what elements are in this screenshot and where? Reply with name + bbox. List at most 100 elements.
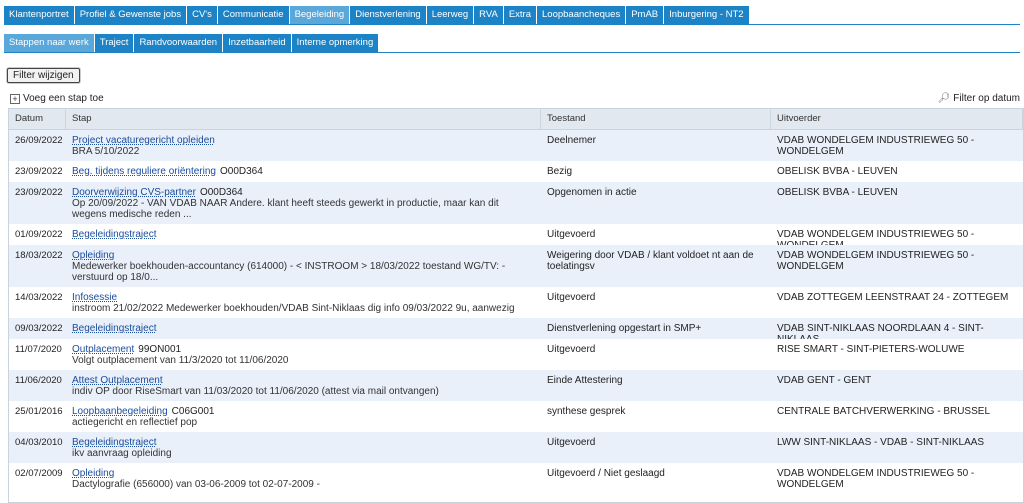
tab-secondary[interactable]: Inzetbaarheid <box>223 34 292 52</box>
cell-toestand: synthese gesprek <box>547 406 626 417</box>
table-row[interactable]: 09/03/2022 Begeleidingstraject Dienstverle… <box>9 318 1023 339</box>
table-row[interactable]: 18/03/2022 Opleiding Medewerker boekhouden… <box>9 245 1023 287</box>
step-description: Op 20/09/2022 - VAN VDAB NAAR Andere. kl… <box>72 198 499 220</box>
cell-uitvoerder: VDAB SINT-NIKLAAS NOORDLAAN 4 - SINT-NIK… <box>777 323 984 339</box>
table-row[interactable]: 23/09/2022 Doorverwijzing CVS-partner O00D… <box>9 182 1023 224</box>
cell-datum: 14/03/2022 <box>15 292 63 303</box>
cell-toestand: Dienstverlening opgestart in SMP+ <box>547 323 702 334</box>
tab-primary[interactable]: PmAB <box>626 6 665 24</box>
step-title-link[interactable]: Opleiding <box>72 468 114 479</box>
filter-date-link[interactable]: 🔎︎ Filter op datum <box>938 93 1020 104</box>
cell-stap: Opleiding Medewerker boekhouden-accountan… <box>66 245 541 287</box>
secondary-tab-divider <box>4 52 1020 53</box>
tab-primary[interactable]: CV's <box>187 6 218 24</box>
secondary-tab-bar: Stappen naar werk Traject Randvoorwaarden I… <box>4 34 380 52</box>
cell-stap: Infosessie instroom 21/02/2022 Medewerker… <box>66 287 541 318</box>
table-row[interactable]: 02/07/2009 Opleiding Dactylografie (656000… <box>9 463 1023 496</box>
cell-uitvoerder: VDAB ZOTTEGEM LEENSTRAAT 24 - ZOTTEGEM <box>777 292 1009 303</box>
tab-primary[interactable]: Inburgering - NT2 <box>664 6 750 24</box>
column-header-stap[interactable]: Stap <box>66 109 541 129</box>
cell-datum: 25/01/2016 <box>15 406 63 417</box>
tab-primary[interactable]: Communicatie <box>217 6 290 24</box>
step-title-link[interactable]: Doorverwijzing CVS-partner <box>72 187 196 198</box>
tab-primary[interactable]: Leerweg <box>426 6 475 24</box>
cell-uitvoerder: LWW SINT-NIKLAAS - VDAB - SINT-NIKLAAS <box>777 437 985 448</box>
cell-toestand: Uitgevoerd <box>547 437 596 448</box>
cell-uitvoerder: VDAB GENT - GENT <box>777 375 872 386</box>
cell-datum: 09/03/2022 <box>15 323 63 334</box>
step-description: Volgt outplacement van 11/3/2020 tot 11/… <box>72 355 289 366</box>
column-header-toestand[interactable]: Toestand <box>541 109 771 129</box>
tab-primary[interactable]: Profiel & Gewenste jobs <box>74 6 188 24</box>
tab-secondary[interactable]: Randvoorwaarden <box>134 34 224 52</box>
cell-stap: Opleiding Dactylografie (656000) van 03-0… <box>66 463 541 496</box>
step-title-link[interactable]: Beg. tijdens reguliere oriëntering <box>72 166 216 177</box>
cell-toestand: Bezig <box>547 166 573 177</box>
table-row[interactable]: 14/03/2022 Infosessie instroom 21/02/2022 … <box>9 287 1023 318</box>
table-row[interactable]: 01/09/2022 Begeleidingstraject Uitgevoerd V… <box>9 224 1023 245</box>
add-step-link[interactable]: + Voeg een stap toe <box>10 93 104 104</box>
tab-secondary[interactable]: Traject <box>94 34 135 52</box>
step-title-link[interactable]: Project vacaturegericht opleiden <box>72 135 215 146</box>
column-header-datum[interactable]: Datum <box>9 109 66 129</box>
table-row[interactable]: 25/01/2016 Loopbaanbegeleiding C06G001 acti… <box>9 401 1023 432</box>
cell-stap: Loopbaanbegeleiding C06G001 actiegericht e… <box>66 401 541 432</box>
table-row[interactable]: 11/07/2020 Outplacement 99ON001 Volgt outpl… <box>9 339 1023 370</box>
tab-secondary[interactable]: Stappen naar werk <box>4 34 95 52</box>
table-row[interactable]: 23/09/2022 Beg. tijdens reguliere oriënte… <box>9 161 1023 182</box>
step-title-link[interactable]: Begeleidingstraject <box>72 437 157 448</box>
tab-primary[interactable]: RVA <box>474 6 504 24</box>
table-header: Datum Stap Toestand Uitvoerder <box>9 109 1023 130</box>
table-row[interactable]: 26/09/2022 Project vacaturegericht opleid… <box>9 130 1023 161</box>
steps-table: Datum Stap Toestand Uitvoerder 26/09/202… <box>8 108 1024 503</box>
column-header-uitvoerder[interactable]: Uitvoerder <box>771 109 1023 129</box>
step-title-link[interactable]: Outplacement <box>72 344 134 355</box>
tab-primary[interactable]: Begeleiding <box>289 6 351 24</box>
step-title-link[interactable]: Infosessie <box>72 292 117 303</box>
magnifier-icon: 🔎︎ <box>937 93 951 104</box>
cell-stap: Beg. tijdens reguliere oriëntering O00D36… <box>66 161 541 182</box>
plus-icon: + <box>10 93 20 104</box>
cell-stap: Begeleidingstraject <box>66 318 541 339</box>
primary-tab-divider <box>4 24 1020 25</box>
tab-primary[interactable]: Loopbaancheques <box>537 6 627 24</box>
cell-uitvoerder: VDAB WONDELGEM INDUSTRIEWEG 50 - WONDELG… <box>777 250 975 272</box>
table-body: 26/09/2022 Project vacaturegericht opleid… <box>9 130 1023 496</box>
tab-primary[interactable]: Klantenportret <box>4 6 75 24</box>
step-code: C06G001 <box>171 406 215 417</box>
tab-primary[interactable]: Extra <box>503 6 538 24</box>
tab-primary[interactable]: Dienstverlening <box>350 6 427 24</box>
primary-tab-bar: Klantenportret Profiel & Gewenste jobs CV'… <box>4 6 750 24</box>
step-description: ikv aanvraag opleiding <box>72 448 172 459</box>
filter-change-button[interactable]: Filter wijzigen <box>7 68 80 83</box>
cell-datum: 04/03/2010 <box>15 437 63 448</box>
step-title-link[interactable]: Opleiding <box>72 250 114 261</box>
cell-stap: Project vacaturegericht opleiden BRA 5/10… <box>66 130 541 161</box>
step-title-link[interactable]: Attest Outplacement <box>72 375 163 386</box>
cell-toestand: Uitgevoerd <box>547 292 596 303</box>
cell-uitvoerder: CENTRALE BATCHVERWERKING - BRUSSEL <box>777 406 991 417</box>
cell-datum: 01/09/2022 <box>15 229 63 240</box>
filter-date-label: Filter op datum <box>953 93 1020 104</box>
step-description: Medewerker boekhouden-accountancy (61400… <box>72 261 506 283</box>
tab-secondary[interactable]: Interne opmerking <box>291 34 380 52</box>
cell-datum: 23/09/2022 <box>15 187 63 198</box>
table-row[interactable]: 11/06/2020 Attest Outplacement indiv OP do… <box>9 370 1023 401</box>
cell-datum: 11/06/2020 <box>15 375 62 386</box>
step-title-link[interactable]: Begeleidingstraject <box>72 229 157 240</box>
cell-toestand: Uitgevoerd <box>547 344 596 355</box>
cell-stap: Begeleidingstraject ikv aanvraag opleidin… <box>66 432 541 463</box>
cell-stap: Attest Outplacement indiv OP door RiseSma… <box>66 370 541 401</box>
cell-datum: 23/09/2022 <box>15 166 63 177</box>
step-title-link[interactable]: Begeleidingstraject <box>72 323 157 334</box>
cell-uitvoerder: VDAB WONDELGEM INDUSTRIEWEG 50 - WONDELG… <box>777 468 975 490</box>
cell-toestand: Opgenomen in actie <box>547 187 637 198</box>
cell-stap: Outplacement 99ON001 Volgt outplacement va… <box>66 339 541 370</box>
table-row[interactable]: 04/03/2010 Begeleidingstraject ikv aanvraa… <box>9 432 1023 463</box>
cell-uitvoerder: OBELISK BVBA - LEUVEN <box>777 166 898 177</box>
step-description: actiegericht en reflectief pop <box>72 417 198 428</box>
step-code: O00D364 <box>199 187 243 198</box>
cell-datum: 02/07/2009 <box>15 468 63 479</box>
step-description: BRA 5/10/2022 <box>72 146 140 157</box>
step-title-link[interactable]: Loopbaanbegeleiding <box>72 406 168 417</box>
